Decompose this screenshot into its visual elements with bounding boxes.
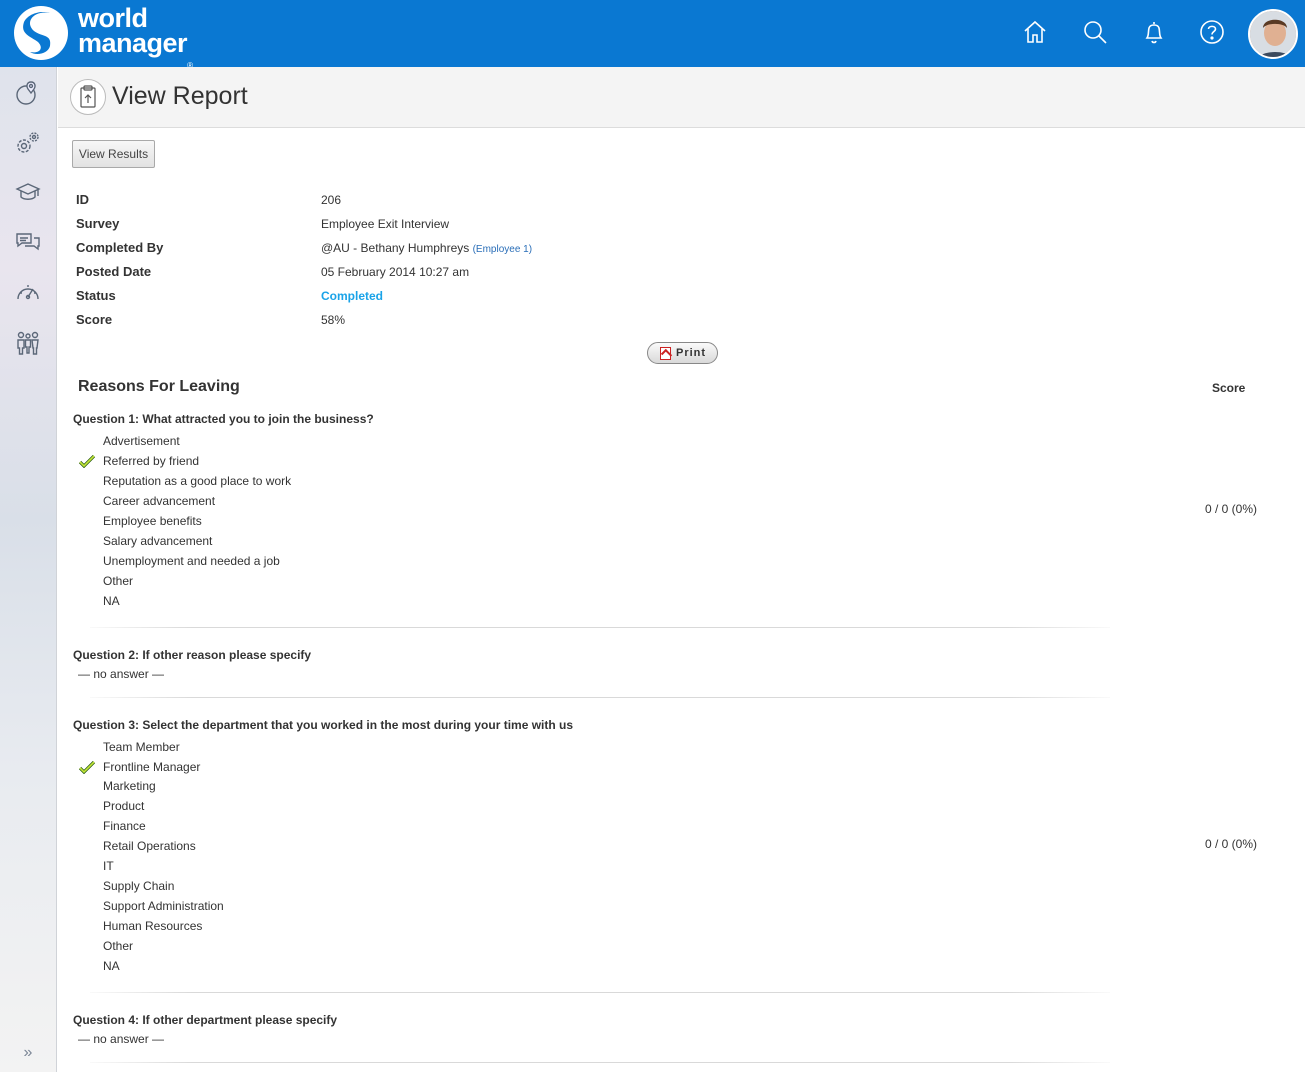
learning-icon[interactable] [14,179,42,207]
page-title: View Report [112,82,248,110]
meta-label: Posted Date [76,264,152,279]
question-score: 0 / 0 (0%) [1205,502,1258,516]
status-badge: Completed [321,289,384,303]
option-item: Employee benefits [103,514,202,528]
avatar-image-icon [1250,11,1296,57]
option-item: Salary advancement [103,534,213,548]
meta-label: Survey [76,216,120,231]
option-item: Reputation as a good place to work [103,474,292,488]
print-label: Print [676,347,707,359]
meta-value: 05 February 2014 10:27 am [321,265,470,279]
option-item: Support Administration [103,899,224,913]
view-results-button[interactable]: View Results [72,140,155,168]
option-item: Other [103,939,134,953]
option-item-selected: Frontline Manager [103,760,201,774]
meta-value: 58% [321,313,346,327]
divider [90,697,1110,698]
divider [90,992,1110,993]
option-item: Retail Operations [103,839,196,853]
option-item: IT [103,859,114,873]
world-manager-logo[interactable]: world manager® [12,4,232,71]
meta-value: 206 [321,193,342,207]
option-item: NA [103,594,120,608]
logo-mark-icon [14,6,68,60]
option-item: Unemployment and needed a job [103,554,280,568]
option-item: Marketing [103,779,156,793]
no-answer-text: — no answer — [78,1032,165,1046]
brand-line2: manager [78,28,188,58]
divider [90,1062,1110,1063]
user-avatar[interactable] [1248,9,1298,59]
question-title: Question 2: If other reason please speci… [73,648,312,662]
left-sidebar: » [0,67,57,1072]
option-item: Team Member [103,740,180,754]
question-title: Question 4: If other department please s… [73,1013,338,1027]
chat-icon[interactable] [14,229,42,257]
brand-name: world manager® [78,5,193,71]
bell-icon[interactable] [1140,18,1168,46]
option-item: NA [103,959,120,973]
question-title: Question 3: Select the department that y… [73,718,574,732]
settings-icon[interactable] [14,129,42,157]
help-icon[interactable] [1198,18,1226,46]
location-icon[interactable] [14,79,42,107]
question-score: 0 / 0 (0%) [1205,837,1258,851]
check-icon [79,761,95,774]
meta-label: Status [76,288,116,303]
search-icon[interactable] [1081,18,1109,46]
meta-label: Score [76,312,113,327]
meta-label: ID [76,192,89,207]
divider [90,627,1110,628]
home-icon[interactable] [1021,18,1049,46]
completed-by-name: @AU - Bethany Humphreys [321,241,470,255]
score-column-header: Score [1212,381,1246,395]
option-item: Other [103,574,134,588]
section-title: Reasons For Leaving [78,378,240,395]
expand-sidebar-icon[interactable]: » [18,1043,38,1063]
option-item: Product [103,799,145,813]
no-answer-text: — no answer — [78,667,165,681]
meta-value: @AU - Bethany Humphreys (Employee 1) [321,241,532,255]
question-title: Question 1: What attracted you to join t… [73,412,374,426]
print-button[interactable]: Print [647,342,718,364]
page-header: View Report [58,67,1305,128]
option-item-selected: Referred by friend [103,454,200,468]
meta-value: Employee Exit Interview [321,217,450,231]
report-clipboard-icon [70,79,106,115]
meta-label: Completed By [76,240,164,255]
option-item: Human Resources [103,919,203,933]
option-item: Finance [103,819,146,833]
employee-link[interactable]: (Employee 1) [473,244,532,255]
top-bar: world manager® [0,0,1305,71]
option-item: Advertisement [103,434,180,448]
option-item: Supply Chain [103,879,175,893]
check-icon [79,455,95,468]
dashboard-icon[interactable] [14,279,42,307]
option-item: Career advancement [103,494,216,508]
pdf-icon [660,347,671,360]
people-icon[interactable] [14,329,42,357]
